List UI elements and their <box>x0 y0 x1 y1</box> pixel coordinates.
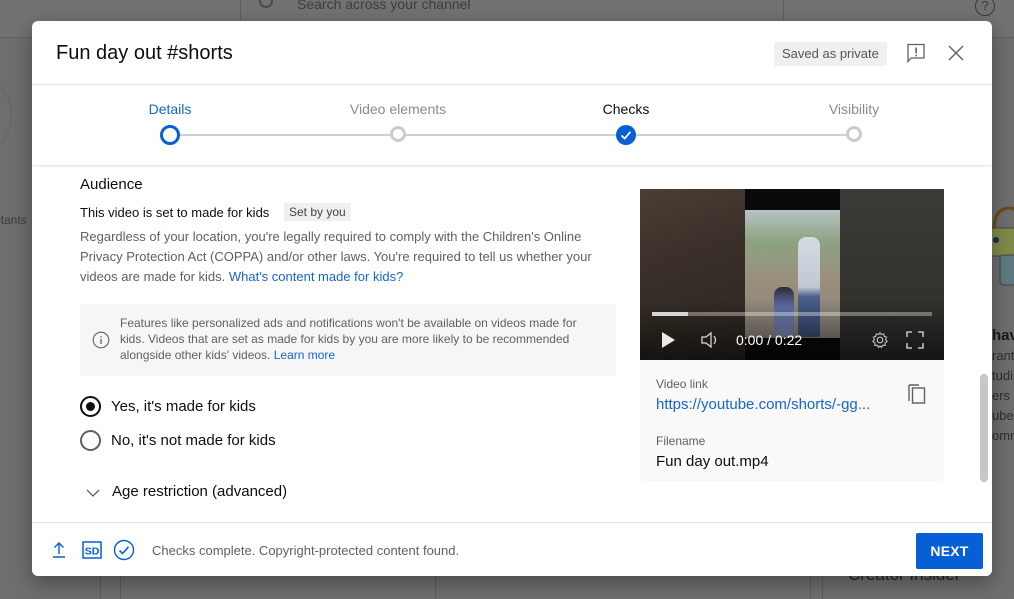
fullscreen-icon[interactable] <box>906 331 924 349</box>
copy-link-button[interactable] <box>906 382 928 406</box>
checks-status-text: Checks complete. Copyright-protected con… <box>152 543 460 558</box>
radio-button-unchecked[interactable] <box>80 430 101 451</box>
step-label: Visibility <box>828 101 880 117</box>
next-button[interactable]: NEXT <box>916 533 983 569</box>
background-left-text: ltants <box>0 213 27 227</box>
info-icon <box>92 331 110 349</box>
content-made-for-kids-link[interactable]: What's content made for kids? <box>229 269 403 284</box>
kids-info-box: Features like personalized ads and notif… <box>80 304 616 376</box>
step-indicator-done <box>616 125 636 145</box>
made-for-kids-status: This video is set to made for kids <box>80 205 270 220</box>
filename-value: Fun day out.mp4 <box>656 453 769 470</box>
video-buffered-fill <box>652 312 689 316</box>
video-time-display: 0:00 / 0:22 <box>736 332 803 348</box>
content-scrollbar[interactable] <box>980 374 988 482</box>
set-by-you-badge: Set by you <box>284 203 351 221</box>
video-controls-gradient <box>640 299 944 360</box>
checks-complete-icon[interactable] <box>113 539 135 561</box>
upload-stepper: Details Video elements Checks Visibility <box>32 85 992 166</box>
sd-quality-icon[interactable]: SD <box>82 541 102 559</box>
age-restriction-label: Age restriction (advanced) <box>112 483 288 500</box>
background-right-text: hav rant tudi ers a ube. omn <box>992 327 1014 443</box>
step-details[interactable]: Details <box>90 85 250 166</box>
step-label: Details <box>148 101 192 117</box>
feedback-button[interactable] <box>904 41 928 65</box>
radio-label: Yes, it's made for kids <box>111 398 256 415</box>
filename-label: Filename <box>656 434 706 448</box>
stepper-track <box>170 134 854 136</box>
upload-icon[interactable] <box>50 540 68 560</box>
dialog-title: Fun day out #shorts <box>56 42 233 64</box>
upload-dialog: Fun day out #shorts Saved as private Det… <box>32 21 992 576</box>
step-visibility[interactable]: Visibility <box>774 85 934 166</box>
close-icon <box>948 45 964 61</box>
copy-icon <box>908 384 926 404</box>
radio-label: No, it's not made for kids <box>111 432 276 449</box>
close-button[interactable] <box>944 41 968 65</box>
saved-status-badge: Saved as private <box>774 42 887 66</box>
details-content: Audience This video is set to made for k… <box>32 167 992 522</box>
play-icon[interactable] <box>660 331 676 349</box>
chevron-down-icon <box>86 489 100 497</box>
step-indicator-pending <box>390 126 406 142</box>
radio-dot <box>86 402 95 411</box>
video-link-label: Video link <box>656 377 708 391</box>
step-video-elements[interactable]: Video elements <box>318 85 478 166</box>
step-checks[interactable]: Checks <box>546 85 706 166</box>
video-player[interactable]: 0:00 / 0:22 <box>640 189 944 360</box>
help-icon: ? <box>975 0 995 16</box>
video-progress-bar[interactable] <box>652 312 932 316</box>
background-avatar <box>0 75 12 155</box>
background-search-placeholder: Search across your channel <box>297 0 471 12</box>
sd-badge-text: SD <box>85 546 100 558</box>
checkmark-icon <box>620 131 632 140</box>
coppa-description: Regardless of your location, you're lega… <box>80 229 592 284</box>
audience-heading: Audience <box>80 176 143 193</box>
step-indicator-pending <box>846 126 862 142</box>
step-indicator-active <box>160 125 180 145</box>
step-label: Video elements <box>349 101 447 117</box>
dialog-footer: SD Checks complete. Copyright-protected … <box>32 522 992 576</box>
background-search: Search across your channel <box>240 0 784 20</box>
video-link[interactable]: https://youtube.com/shorts/-gg... <box>656 396 870 413</box>
video-preview-card: 0:00 / 0:22 Video link https://youtube.c… <box>640 189 944 481</box>
radio-button-checked[interactable] <box>80 396 101 417</box>
dialog-header: Fun day out #shorts Saved as private <box>32 21 992 85</box>
volume-icon[interactable] <box>700 331 720 349</box>
learn-more-link[interactable]: Learn more <box>274 348 335 362</box>
settings-gear-icon[interactable] <box>871 331 889 349</box>
kids-info-text: Features like personalized ads and notif… <box>120 316 577 362</box>
feedback-icon <box>907 43 925 64</box>
step-label: Checks <box>602 101 650 117</box>
search-icon <box>259 0 273 8</box>
